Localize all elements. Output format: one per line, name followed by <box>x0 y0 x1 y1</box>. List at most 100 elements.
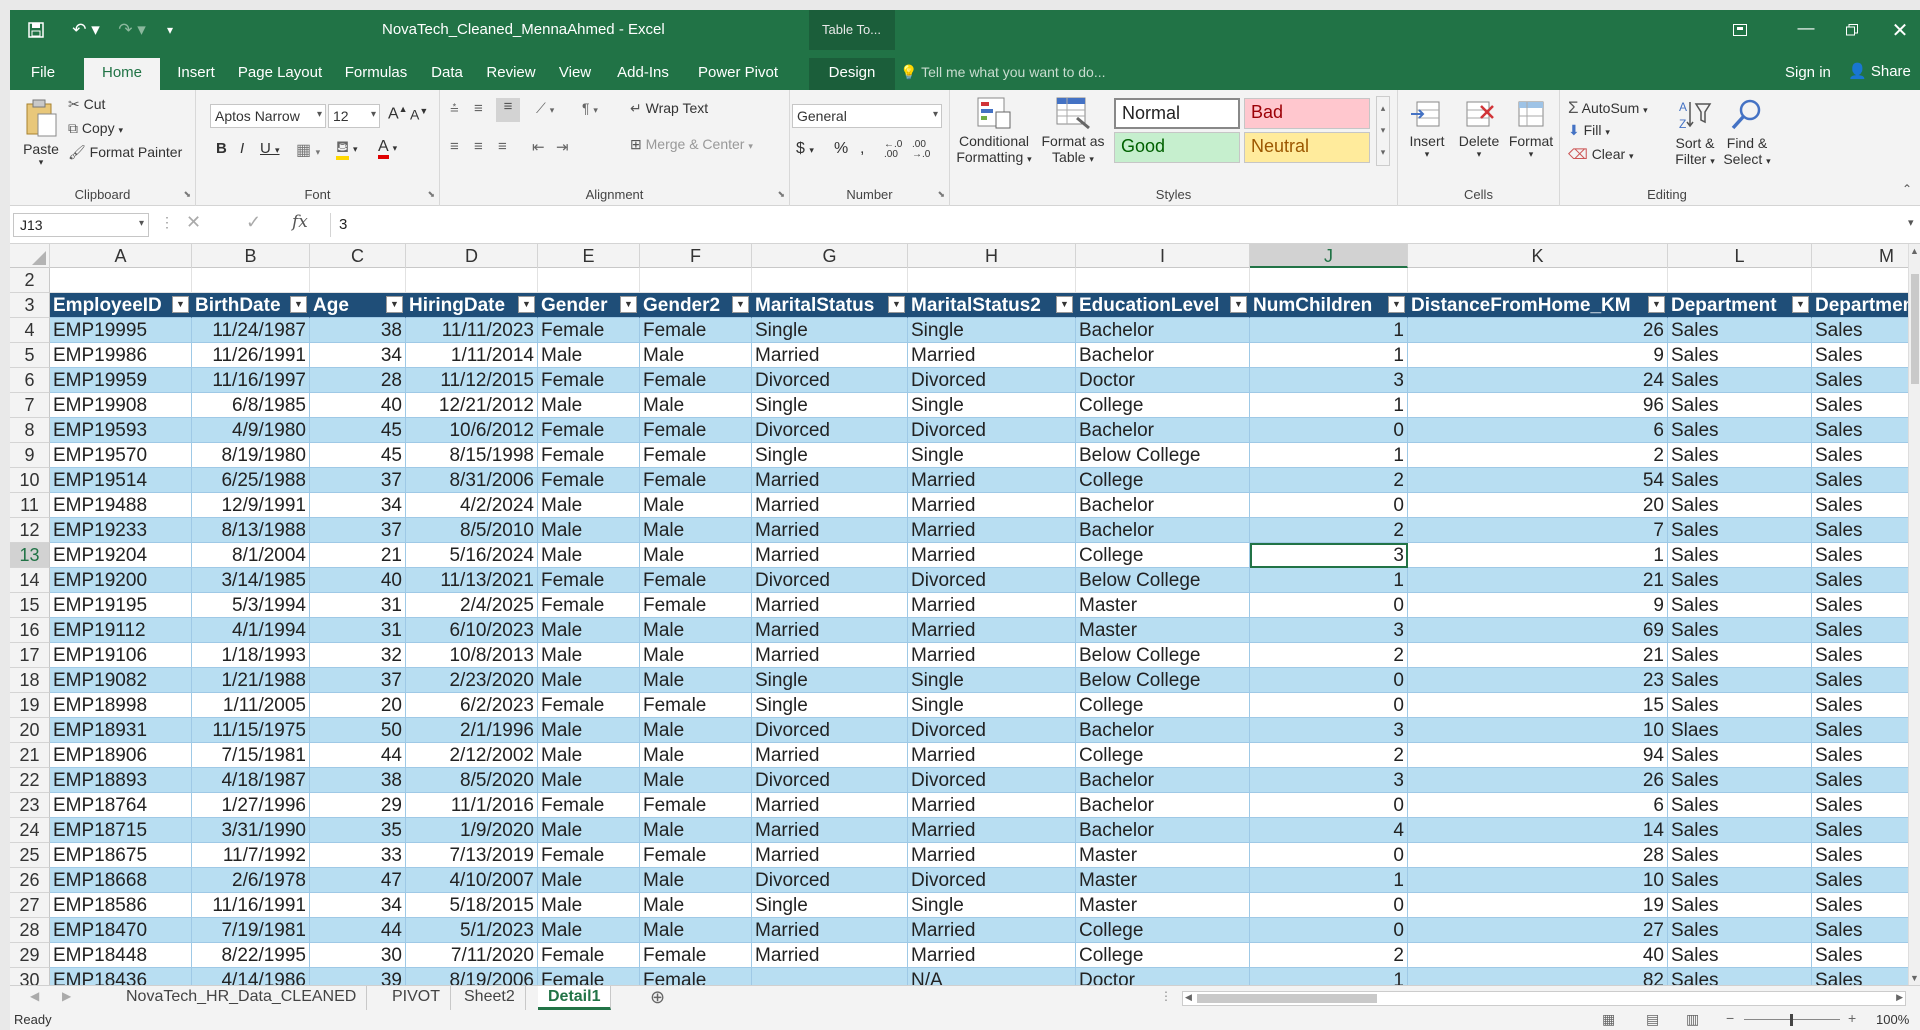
vertical-scroll-thumb[interactable] <box>1911 274 1919 384</box>
filter-dropdown-icon[interactable]: ▼ <box>290 296 307 313</box>
table-cell[interactable]: Sales <box>1668 343 1812 368</box>
filter-dropdown-icon[interactable]: ▼ <box>1388 296 1405 313</box>
table-cell[interactable]: 69 <box>1408 618 1668 643</box>
filter-dropdown-icon[interactable]: ▼ <box>386 296 403 313</box>
table-cell[interactable]: Male <box>640 493 752 518</box>
table-cell[interactable]: 50 <box>310 718 406 743</box>
table-cell[interactable]: Sales <box>1668 443 1812 468</box>
column-header-k[interactable]: K <box>1408 244 1668 268</box>
row-header[interactable]: 2 <box>10 268 50 293</box>
table-cell[interactable]: 38 <box>310 318 406 343</box>
table-cell[interactable]: 8/19/2006 <box>406 968 538 985</box>
column-header-j[interactable]: J <box>1250 244 1408 268</box>
table-cell[interactable]: 1 <box>1250 868 1408 893</box>
tab-design[interactable]: Design <box>809 58 895 90</box>
table-cell[interactable]: Sales <box>1668 568 1812 593</box>
table-header-cell[interactable]: Gender2 ▼ <box>640 293 752 318</box>
table-cell[interactable]: Sales <box>1812 968 1920 985</box>
table-cell[interactable]: Female <box>640 843 752 868</box>
fill-color-icon[interactable]: ⛾ ▾ <box>336 138 358 160</box>
align-center-icon[interactable]: ≡ <box>474 138 483 155</box>
table-cell[interactable]: Sales <box>1668 318 1812 343</box>
table-cell[interactable]: Female <box>538 568 640 593</box>
table-cell[interactable]: Divorced <box>752 718 908 743</box>
table-cell[interactable]: Sales <box>1668 793 1812 818</box>
table-cell[interactable]: Female <box>640 568 752 593</box>
table-cell[interactable]: 44 <box>310 743 406 768</box>
table-cell[interactable]: 40 <box>310 568 406 593</box>
table-cell[interactable]: Sales <box>1812 618 1920 643</box>
table-cell[interactable]: Married <box>908 743 1076 768</box>
table-cell[interactable]: Divorced <box>752 418 908 443</box>
table-cell[interactable]: 2 <box>1250 518 1408 543</box>
table-cell[interactable]: Bachelor <box>1076 793 1250 818</box>
table-cell[interactable]: 1/18/1993 <box>192 643 310 668</box>
table-cell[interactable]: 5/16/2024 <box>406 543 538 568</box>
table-cell[interactable]: 11/11/2023 <box>406 318 538 343</box>
save-icon[interactable] <box>24 17 48 43</box>
table-cell[interactable]: Female <box>538 693 640 718</box>
table-cell[interactable]: 8/22/1995 <box>192 943 310 968</box>
table-cell[interactable]: Female <box>640 368 752 393</box>
table-cell[interactable]: Divorced <box>752 368 908 393</box>
table-cell[interactable]: 15 <box>1408 693 1668 718</box>
table-cell[interactable]: Single <box>752 693 908 718</box>
table-cell[interactable]: Sales <box>1668 543 1812 568</box>
table-cell[interactable]: Sales <box>1668 943 1812 968</box>
row-header[interactable]: 26 <box>10 868 50 893</box>
table-cell[interactable]: 7/19/1981 <box>192 918 310 943</box>
table-cell[interactable]: Sales <box>1668 393 1812 418</box>
table-cell[interactable]: Bachelor <box>1076 518 1250 543</box>
table-cell[interactable]: 26 <box>1408 318 1668 343</box>
delete-cells-button[interactable]: Delete ▾ <box>1454 98 1504 160</box>
align-left-icon[interactable]: ≡ <box>450 138 459 155</box>
wrap-text-button[interactable]: ↵ Wrap Text <box>630 100 708 117</box>
table-cell[interactable]: Female <box>640 793 752 818</box>
table-cell[interactable]: 8/5/2010 <box>406 518 538 543</box>
table-cell[interactable]: Married <box>752 518 908 543</box>
fill-button[interactable]: ⬇ Fill ▾ <box>1568 122 1610 139</box>
table-cell[interactable]: 8/13/1988 <box>192 518 310 543</box>
table-cell[interactable]: Sales <box>1668 668 1812 693</box>
row-header[interactable]: 22 <box>10 768 50 793</box>
table-cell[interactable]: Male <box>538 393 640 418</box>
scroll-right-icon[interactable]: ▶ <box>1896 992 1903 1003</box>
table-cell[interactable]: 8/1/2004 <box>192 543 310 568</box>
table-cell[interactable]: Married <box>752 743 908 768</box>
table-cell[interactable]: Married <box>752 793 908 818</box>
number-format-combo[interactable]: General ▾ <box>792 104 942 128</box>
table-cell[interactable]: Married <box>752 943 908 968</box>
tab-home[interactable]: Home <box>84 58 160 90</box>
sheet-tab-novatech-hr-data[interactable]: NovaTech_HR_Data_CLEANED <box>116 986 368 1010</box>
table-cell[interactable]: Female <box>640 593 752 618</box>
row-header[interactable]: 29 <box>10 943 50 968</box>
table-cell[interactable]: Divorced <box>908 868 1076 893</box>
row-header[interactable]: 16 <box>10 618 50 643</box>
table-cell[interactable]: Sales <box>1812 843 1920 868</box>
table-cell[interactable]: 82 <box>1408 968 1668 985</box>
sort-filter-button[interactable]: AZ Sort & Filter ▾ <box>1670 98 1720 167</box>
table-cell[interactable]: 7/13/2019 <box>406 843 538 868</box>
table-cell[interactable]: 21 <box>1408 643 1668 668</box>
table-cell[interactable]: Sales <box>1812 568 1920 593</box>
table-cell[interactable]: Single <box>752 318 908 343</box>
empty-cell[interactable] <box>310 268 406 293</box>
table-cell[interactable]: Sales <box>1668 868 1812 893</box>
restore-icon[interactable] <box>1832 16 1872 44</box>
table-cell[interactable]: 37 <box>310 668 406 693</box>
row-header[interactable]: 8 <box>10 418 50 443</box>
table-cell[interactable]: 30 <box>310 943 406 968</box>
table-cell[interactable]: EMP18715 <box>50 818 192 843</box>
table-cell[interactable]: Master <box>1076 893 1250 918</box>
table-cell[interactable]: 6 <box>1408 418 1668 443</box>
table-cell[interactable]: 4/18/1987 <box>192 768 310 793</box>
table-cell[interactable]: 1/21/1988 <box>192 668 310 693</box>
table-cell[interactable]: EMP18470 <box>50 918 192 943</box>
table-cell[interactable]: Sales <box>1668 768 1812 793</box>
table-cell[interactable]: Married <box>908 518 1076 543</box>
table-cell[interactable]: 21 <box>1408 568 1668 593</box>
table-cell[interactable]: 0 <box>1250 593 1408 618</box>
filter-dropdown-icon[interactable]: ▼ <box>1230 296 1247 313</box>
table-cell[interactable]: 33 <box>310 843 406 868</box>
table-cell[interactable]: 45 <box>310 443 406 468</box>
